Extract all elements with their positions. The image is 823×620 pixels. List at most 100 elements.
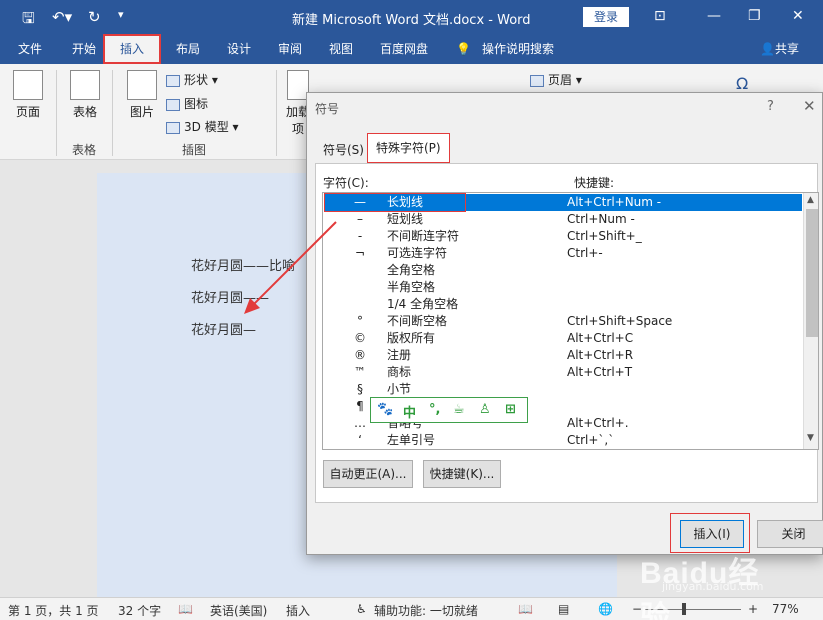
ribbon-divider (112, 70, 113, 156)
share-button[interactable]: 👤共享 (760, 34, 799, 64)
page-count[interactable]: 第 1 页，共 1 页 (8, 602, 99, 619)
row-name: 商标 (387, 365, 412, 379)
undo-icon[interactable]: ↶▾ (52, 8, 72, 26)
customize-qat-icon[interactable]: ▾ (118, 8, 124, 21)
save-icon[interactable]: 🖫 (22, 8, 35, 33)
row-symbol: § (357, 382, 363, 396)
ime-lang-toggle[interactable]: 中 (403, 402, 416, 421)
3d-models-button[interactable]: 3D 模型 ▾ (166, 118, 239, 135)
row-name: 短划线 (387, 212, 424, 226)
paw-icon[interactable]: 🐾 (377, 402, 393, 417)
close-window-icon[interactable]: ✕ (792, 8, 804, 24)
pages-label: 页面 (15, 105, 40, 119)
list-item[interactable]: © 版权所有 Alt+Ctrl+C (324, 330, 802, 347)
row-name: 版权所有 (387, 331, 436, 345)
row-shortcut: Alt+Ctrl+Num - (567, 195, 662, 209)
tab-home[interactable]: 开始 (72, 34, 96, 64)
zoom-in-button[interactable]: + (748, 602, 758, 616)
zoom-slider[interactable] (645, 609, 741, 610)
tab-insert[interactable]: 插入 (103, 34, 161, 64)
group-label-table: 表格 (72, 143, 97, 157)
table-button[interactable]: 表格 (68, 70, 102, 120)
list-item[interactable]: ° 不间断空格 Ctrl+Shift+Space (324, 313, 802, 330)
user-icon[interactable]: ♙ (479, 402, 491, 417)
minimize-icon[interactable]: — (707, 8, 721, 24)
word-count[interactable]: 32 个字 (118, 602, 161, 619)
tab-design[interactable]: 设计 (227, 34, 251, 64)
autocorrect-button[interactable]: 自动更正(A)... (323, 460, 413, 488)
list-item[interactable]: 全角空格 (324, 262, 802, 279)
header-icon (530, 74, 544, 87)
print-layout-icon[interactable]: ▤ (558, 602, 569, 616)
row-name: 全角空格 (387, 263, 436, 277)
help-icon[interactable]: ? (767, 99, 774, 114)
list-item[interactable]: ¬ 可选连字符 Ctrl+- (324, 245, 802, 262)
insert-button[interactable]: 插入(I) (680, 520, 744, 548)
list-item[interactable]: § 小节 (324, 381, 802, 398)
pages-button[interactable]: 页面 (12, 70, 44, 120)
list-item[interactable]: 1/4 全角空格 (324, 296, 802, 313)
web-layout-icon[interactable]: 🌐 (598, 602, 613, 616)
header-button[interactable]: 页眉 ▾ (530, 71, 582, 88)
zoom-level[interactable]: 77% (772, 602, 799, 616)
zoom-slider-thumb[interactable] (682, 603, 686, 615)
cube-icon (166, 121, 180, 134)
tab-special-characters[interactable]: 特殊字符(P) (367, 133, 450, 163)
scroll-up-icon[interactable]: ▲ (807, 195, 814, 205)
list-item[interactable]: 半角空格 (324, 279, 802, 296)
menu-bar: 文件 开始 插入 布局 设计 审阅 视图 百度网盘 💡 操作说明搜索 👤共享 (0, 34, 823, 64)
restore-icon[interactable]: ❐ (748, 8, 761, 24)
shapes-label: 形状 (184, 73, 209, 87)
proofing-icon[interactable]: 📖 (178, 602, 193, 616)
ribbon-display-icon[interactable]: ⊡ (654, 8, 666, 24)
accessibility-status[interactable]: 辅助功能: 一切就绪 (374, 602, 478, 619)
row-shortcut: Alt+Ctrl+. (567, 416, 629, 430)
list-scrollbar[interactable]: ▲ ▼ (803, 193, 818, 449)
row-name: 可选连字符 (387, 246, 448, 260)
tab-review[interactable]: 审阅 (278, 34, 302, 64)
language-indicator[interactable]: 英语(美国) (210, 602, 267, 619)
zoom-out-button[interactable]: − (632, 602, 642, 616)
scroll-thumb[interactable] (806, 209, 818, 337)
tab-symbols[interactable]: 符号(S) (315, 137, 372, 163)
grid-icon[interactable]: ⊞ (505, 402, 516, 417)
shortcut-key-button[interactable]: 快捷键(K)... (423, 460, 501, 488)
tab-view[interactable]: 视图 (329, 34, 353, 64)
insert-mode-indicator[interactable]: 插入 (286, 602, 310, 619)
row-symbol: ° (357, 314, 363, 328)
list-item[interactable]: ® 注册 Alt+Ctrl+R (324, 347, 802, 364)
ime-punctuation-toggle[interactable]: °, (429, 402, 440, 417)
redo-icon[interactable]: ↻ (88, 8, 101, 26)
read-mode-icon[interactable]: 📖 (518, 602, 533, 616)
list-item[interactable]: ‘ 左单引号 Ctrl+`,` (324, 432, 802, 449)
ime-toolbar[interactable]: 🐾 中 °, ☕ ♙ ⊞ (370, 397, 528, 423)
list-item[interactable]: – 短划线 Ctrl+Num - (324, 211, 802, 228)
close-dialog-icon[interactable]: ✕ (803, 97, 816, 115)
row-shortcut: Ctrl+- (567, 246, 603, 260)
tab-file[interactable]: 文件 (18, 34, 42, 64)
row-shortcut: Alt+Ctrl+R (567, 348, 634, 362)
list-item[interactable]: - 不间断连字符 Ctrl+Shift+_ (324, 228, 802, 245)
pictures-label: 图片 (129, 105, 154, 119)
doc-line-1: 花好月圆——比喻 (191, 259, 296, 274)
tab-baidu-netdisk[interactable]: 百度网盘 (380, 34, 428, 64)
shapes-button[interactable]: 形状 ▾ (166, 71, 218, 88)
tab-layout[interactable]: 布局 (176, 34, 200, 64)
3d-models-label: 3D 模型 (184, 120, 229, 134)
status-bar: 第 1 页，共 1 页 32 个字 📖 英语(美国) 插入 ♿ 辅助功能: 一切… (0, 597, 823, 620)
page-icon (13, 70, 43, 100)
special-characters-panel: 字符(C): 快捷键: — 长划线 Alt+Ctrl+Num - – 短划线 Ctrl+… (315, 163, 819, 503)
pictures-button[interactable]: 图片 (126, 70, 158, 120)
login-button[interactable]: 登录 (583, 7, 629, 27)
scroll-down-icon[interactable]: ▼ (807, 433, 814, 443)
row-name: 注册 (387, 348, 412, 362)
mug-icon[interactable]: ☕ (453, 402, 465, 417)
accessibility-icon[interactable]: ♿ (356, 602, 367, 616)
header-label: 页眉 (548, 73, 573, 87)
share-label: 共享 (774, 42, 799, 56)
omega-icon[interactable]: Ω (736, 74, 748, 93)
tell-me-search[interactable]: 操作说明搜索 (482, 34, 554, 64)
list-item[interactable]: ™ 商标 Alt+Ctrl+T (324, 364, 802, 381)
icons-button[interactable]: 图标 (166, 95, 208, 112)
close-button[interactable]: 关闭 (757, 520, 823, 548)
